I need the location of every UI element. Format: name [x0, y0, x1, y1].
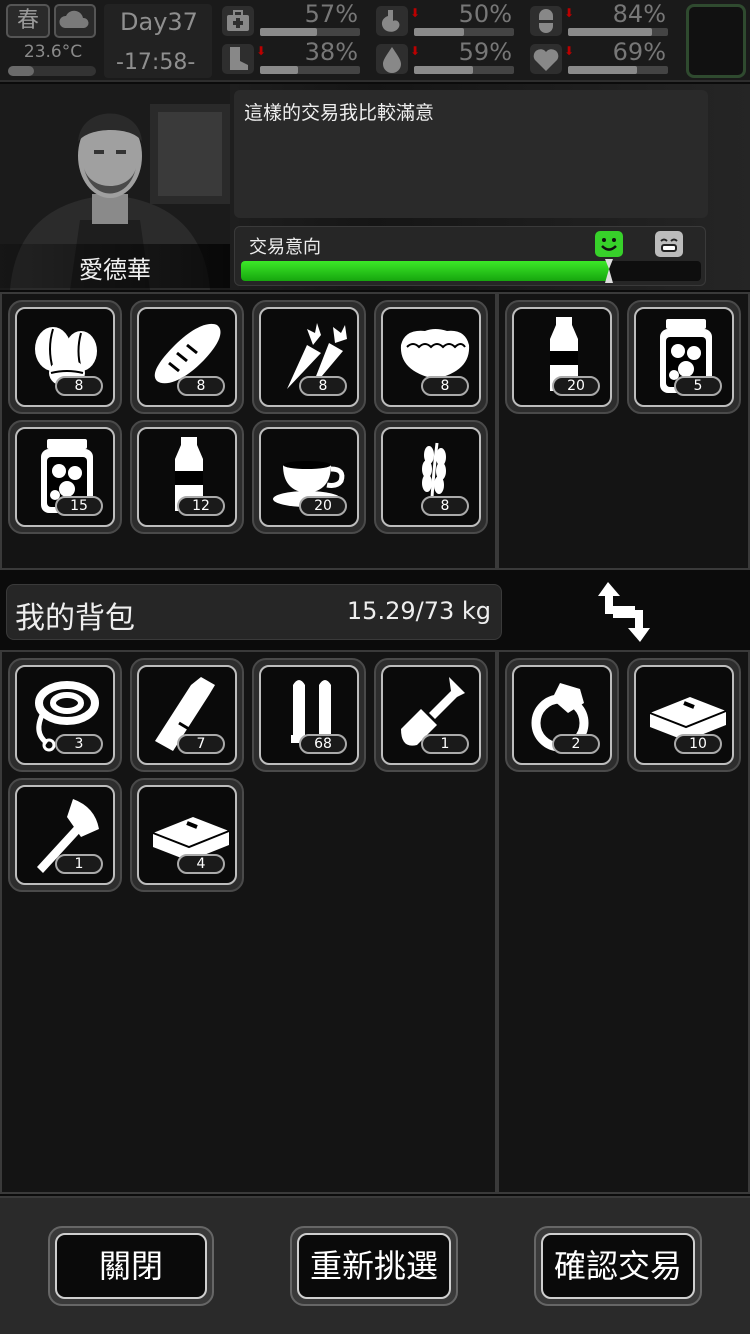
- item-slot[interactable]: 5: [627, 300, 741, 414]
- item-quantity: 3: [55, 734, 103, 754]
- item-quantity: 12: [177, 496, 225, 516]
- item-slot[interactable]: 10: [627, 658, 741, 772]
- stat-mood[interactable]: ⬇ 69%: [530, 38, 680, 78]
- item-quantity: 8: [55, 376, 103, 396]
- item-quantity: 20: [552, 376, 600, 396]
- item-slot[interactable]: 8: [374, 420, 488, 534]
- grin-face-icon: [655, 231, 683, 257]
- temperature-bar: [8, 66, 96, 76]
- item-quantity: 10: [674, 734, 722, 754]
- trade-intent-label: 交易意向: [249, 237, 321, 258]
- backpack-weight: 15.29/73 kg: [346, 597, 491, 625]
- item-quantity: 8: [177, 376, 225, 396]
- close-button-label: 關閉: [55, 1233, 207, 1299]
- item-slot[interactable]: 20: [505, 300, 619, 414]
- hourglass-icon: [605, 259, 613, 283]
- down-arrow-icon: ⬇: [410, 6, 421, 20]
- down-arrow-icon: ⬇: [564, 44, 575, 58]
- stat-health[interactable]: 57%: [222, 0, 372, 40]
- item-slot[interactable]: 1: [374, 658, 488, 772]
- trade-intent: 交易意向: [234, 226, 706, 286]
- trader-panel: 愛德華 這樣的交易我比較滿意 交易意向: [0, 84, 750, 290]
- heart-icon: [530, 44, 562, 74]
- item-slot[interactable]: 7: [130, 658, 244, 772]
- day-time-box: Day37 -17:58-: [104, 4, 212, 78]
- confirm-trade-button-label: 確認交易: [541, 1233, 695, 1299]
- item-slot[interactable]: 8: [252, 300, 366, 414]
- item-quantity: 2: [552, 734, 600, 754]
- swap-arrows-icon: [598, 582, 650, 642]
- trader-name: 愛德華: [79, 256, 151, 284]
- stat-percent: 50%: [458, 0, 512, 28]
- stat-percent: 69%: [612, 38, 666, 66]
- item-quantity: 5: [674, 376, 722, 396]
- item-quantity: 1: [421, 734, 469, 754]
- stat-thirst[interactable]: ⬇ 59%: [376, 38, 526, 78]
- item-slot[interactable]: 1: [8, 778, 122, 892]
- trader-dialog: 這樣的交易我比較滿意: [234, 90, 708, 218]
- stat-percent: 57%: [304, 0, 358, 28]
- stat-percent: 59%: [458, 38, 512, 66]
- item-slot[interactable]: 3: [8, 658, 122, 772]
- time-label: -17:58-: [116, 50, 196, 75]
- boot-icon: [222, 44, 254, 74]
- reselect-button-label: 重新挑選: [297, 1233, 451, 1299]
- item-quantity: 8: [421, 376, 469, 396]
- close-button[interactable]: 關閉: [48, 1226, 214, 1306]
- stat-drug[interactable]: ⬇ 84%: [530, 0, 680, 40]
- stat-percent: 38%: [304, 38, 358, 66]
- down-arrow-icon: ⬇: [256, 44, 267, 58]
- trader-offer-area: 20 5: [497, 292, 750, 570]
- status-bar: 春 23.6°C Day37 -17:58- 57% ⬇ 50% ⬇ 84% ⬇…: [0, 0, 750, 82]
- item-quantity: 4: [177, 854, 225, 874]
- item-quantity: 8: [421, 496, 469, 516]
- day-label: Day37: [120, 8, 198, 36]
- stomach-icon: [376, 6, 408, 36]
- item-quantity: 20: [299, 496, 347, 516]
- stat-hunger[interactable]: ⬇ 50%: [376, 0, 526, 40]
- item-quantity: 68: [299, 734, 347, 754]
- smile-face-icon: [595, 231, 623, 257]
- item-slot[interactable]: 12: [130, 420, 244, 534]
- footer-bar: 關閉 重新挑選 確認交易: [0, 1196, 750, 1334]
- stat-stamina[interactable]: ⬇ 38%: [222, 38, 372, 78]
- down-arrow-icon: ⬇: [564, 6, 575, 20]
- item-quantity: 1: [55, 854, 103, 874]
- item-slot[interactable]: 15: [8, 420, 122, 534]
- trader-inventory: 8 8 8 8 15 12 20 8: [0, 292, 497, 570]
- item-slot[interactable]: 68: [252, 658, 366, 772]
- item-slot[interactable]: 2: [505, 658, 619, 772]
- down-arrow-icon: ⬇: [410, 44, 421, 58]
- stat-percent: 84%: [612, 0, 666, 28]
- item-slot[interactable]: 4: [130, 778, 244, 892]
- my-offer-area: 2 10: [497, 650, 750, 1194]
- medkit-icon: [222, 6, 254, 36]
- temperature: 23.6°C: [23, 42, 83, 62]
- backpack-title: 我的背包: [15, 601, 135, 636]
- item-slot[interactable]: 8: [8, 300, 122, 414]
- item-slot[interactable]: 8: [374, 300, 488, 414]
- item-quantity: 15: [55, 496, 103, 516]
- pill-icon: [530, 6, 562, 36]
- season-badge: 春: [6, 4, 50, 38]
- reselect-button[interactable]: 重新挑選: [290, 1226, 458, 1306]
- water-drop-icon: [376, 44, 408, 74]
- item-quantity: 7: [177, 734, 225, 754]
- cloud-icon: [54, 4, 96, 38]
- menu-slot[interactable]: [686, 4, 746, 78]
- item-slot[interactable]: 8: [130, 300, 244, 414]
- item-quantity: 8: [299, 376, 347, 396]
- backpack-header: 我的背包 15.29/73 kg: [6, 584, 502, 640]
- confirm-trade-button[interactable]: 確認交易: [534, 1226, 702, 1306]
- trade-intent-bar: [241, 259, 701, 283]
- item-slot[interactable]: 20: [252, 420, 366, 534]
- backpack-inventory: 3 7 68 1 1 4: [0, 650, 497, 1194]
